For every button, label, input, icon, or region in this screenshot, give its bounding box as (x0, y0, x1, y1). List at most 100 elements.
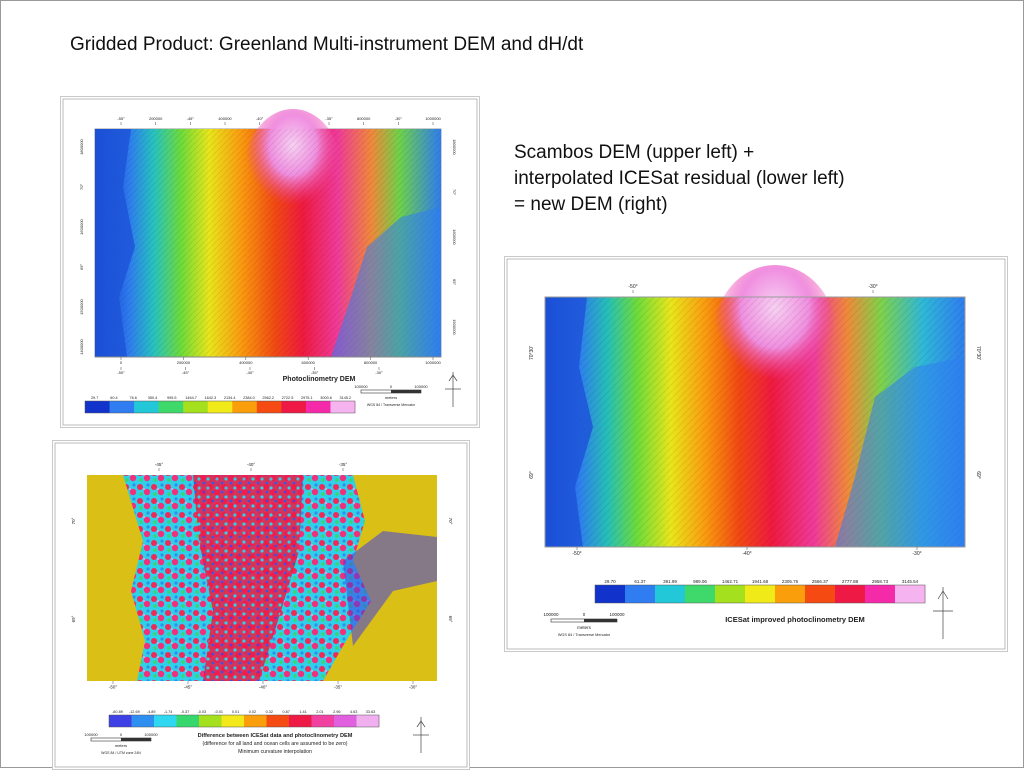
axis-tick-label: -30° (912, 551, 921, 557)
projection-label: WGS 84 / Transverse Mercator (558, 633, 611, 637)
axis-tick-label: 200000 (177, 360, 191, 365)
axis-tick-label: 1600000 (452, 229, 457, 245)
axis-tick-label: 1800000 (79, 138, 84, 154)
slide-caption: Scambos DEM (upper left) + interpolated … (514, 140, 845, 218)
axis-tick-label: -35° (325, 116, 333, 121)
axis-tick-label: -40° (247, 462, 256, 467)
elevation-legend: 29.70 61.37 391.99 989.06 1462.71 1941.68 2305… (594, 579, 926, 604)
icesat-difference-svg: -45° -40° -35° -50° -45° -40° -35° -30° 70° 69°… (54, 442, 468, 768)
legend-swatch (256, 401, 282, 413)
axis-tick-label: -45° (155, 462, 164, 467)
legend-value: 2.01 (316, 710, 323, 714)
scale-label-right: 100000 (414, 384, 428, 389)
legend-value: 4.63 (350, 710, 357, 714)
axis-tick-label: 70°30' (529, 346, 535, 360)
legend-value: 1464.7 (185, 396, 197, 400)
axis-tick-label: 69° (448, 616, 453, 623)
legend-value: 2566.37 (812, 579, 829, 584)
slide-title: Gridded Product: Greenland Multi-instrum… (70, 34, 584, 55)
legend-value: -1.74 (164, 710, 173, 714)
axis-tick-label: 800000 (357, 116, 371, 121)
figure-title: Difference between ICESat data and photo… (198, 733, 353, 739)
legend-swatch (685, 585, 716, 603)
axis-tick-label: -45° (184, 685, 193, 690)
axis-tick-label: 400000 (218, 116, 232, 121)
legend-value: 2975.1 (301, 396, 313, 400)
legend-value: 29.70 (604, 579, 616, 584)
axis-tick-label: 800000 (364, 360, 378, 365)
legend-value: 1462.71 (722, 579, 739, 584)
legend-value: 0.87 (282, 710, 289, 714)
axis-tick-label: -45° (187, 116, 195, 121)
scale-unit: meters (577, 625, 592, 630)
legend-value: 29.7 (91, 396, 98, 400)
axis-tick-label: 1000000 (425, 116, 441, 121)
figure-title: Photoclinometry DEM (283, 376, 356, 383)
legend-swatch (281, 401, 307, 413)
axis-tick-label: -35° (334, 685, 343, 690)
axis-tick-label: -45° (182, 370, 190, 375)
legend-value: 3145.54 (902, 579, 919, 584)
legend-swatch (655, 585, 686, 603)
legend-swatch (183, 401, 209, 413)
axis-tick-label: 70° (448, 518, 453, 525)
legend-swatch (775, 585, 806, 603)
legend-value: 2562.2 (262, 396, 274, 400)
legend-swatch (221, 715, 245, 727)
figure-subtitle: (difference for all land and ocean cells… (203, 741, 348, 747)
axis-tick-label: 400000 (239, 360, 253, 365)
legend-value: 2305.76 (782, 579, 799, 584)
icesat-difference-figure: -45° -40° -35° -50° -45° -40° -35° -30° 70° 69°… (52, 440, 470, 770)
caption-line-1: Scambos DEM (upper left) + (514, 142, 755, 163)
axis-tick-label: -30° (868, 284, 877, 290)
axis-tick-label: 69° (529, 471, 535, 479)
axis-tick-label: -55° (117, 116, 125, 121)
projection-label: WGS 84 / Transverse Mercator (367, 403, 416, 407)
legend-swatch (625, 585, 656, 603)
axis-tick-label: 1000000 (425, 360, 441, 365)
axis-tick-label: 600000 (302, 360, 316, 365)
icesat-improved-dem-svg: -50°-40°-30° -50°-40°-30° 70°30'69° 70°3… (506, 258, 1006, 650)
legend-value: 2722.5 (282, 396, 294, 400)
axis-tick-label: -40° (256, 116, 264, 121)
legend-value: 1.41 (299, 710, 306, 714)
legend-value: 2777.88 (842, 579, 859, 584)
legend-swatch (715, 585, 746, 603)
legend-value: 0.02 (249, 710, 256, 714)
axis-tick-label: 70° (71, 517, 76, 524)
legend-swatch (109, 715, 132, 727)
legend-swatch (595, 585, 626, 603)
axis-tick-label: 70° (452, 189, 457, 195)
axis-tick-label: 69° (452, 279, 457, 285)
legend-value: 61.37 (634, 579, 646, 584)
axis-tick-label: 69° (79, 264, 84, 270)
axis-tick-label: -50° (109, 685, 118, 690)
scale-label-right: 100000 (609, 612, 625, 617)
scale-label-left: 100000 (543, 612, 559, 617)
legend-swatch (207, 401, 233, 413)
legend-swatch (154, 715, 177, 727)
projection-label: WGS 84 / UTM zone 24N (101, 751, 141, 755)
axis-tick-label: -30° (395, 116, 403, 121)
axis-tick-label: 1400000 (79, 338, 84, 354)
legend-value: 0.32 (266, 710, 273, 714)
legend-swatch (330, 401, 356, 413)
legend-value: -60.89 (112, 710, 123, 714)
legend-swatch (85, 401, 111, 413)
legend-value: 76.6 (130, 396, 137, 400)
axis-tick-label: -30° (375, 370, 383, 375)
legend-swatch (334, 715, 357, 727)
legend-value: 1642.3 (205, 396, 217, 400)
legend-swatch (289, 715, 312, 727)
legend-value: 995.5 (167, 396, 177, 400)
scale-label-left: 100000 (84, 732, 98, 737)
icesat-improved-dem-figure: -50°-40°-30° -50°-40°-30° 70°30'69° 70°3… (504, 256, 1008, 652)
legend-swatch (745, 585, 776, 603)
caption-line-2: interpolated ICESat residual (lower left… (514, 168, 845, 189)
scale-unit: meters (385, 395, 397, 400)
axis-tick-label: 1500000 (79, 298, 84, 314)
legend-value: -0.37 (181, 710, 190, 714)
legend-swatch (865, 585, 896, 603)
legend-swatch (311, 715, 335, 727)
figure-title: ICESat improved photoclinometry DEM (725, 615, 865, 624)
